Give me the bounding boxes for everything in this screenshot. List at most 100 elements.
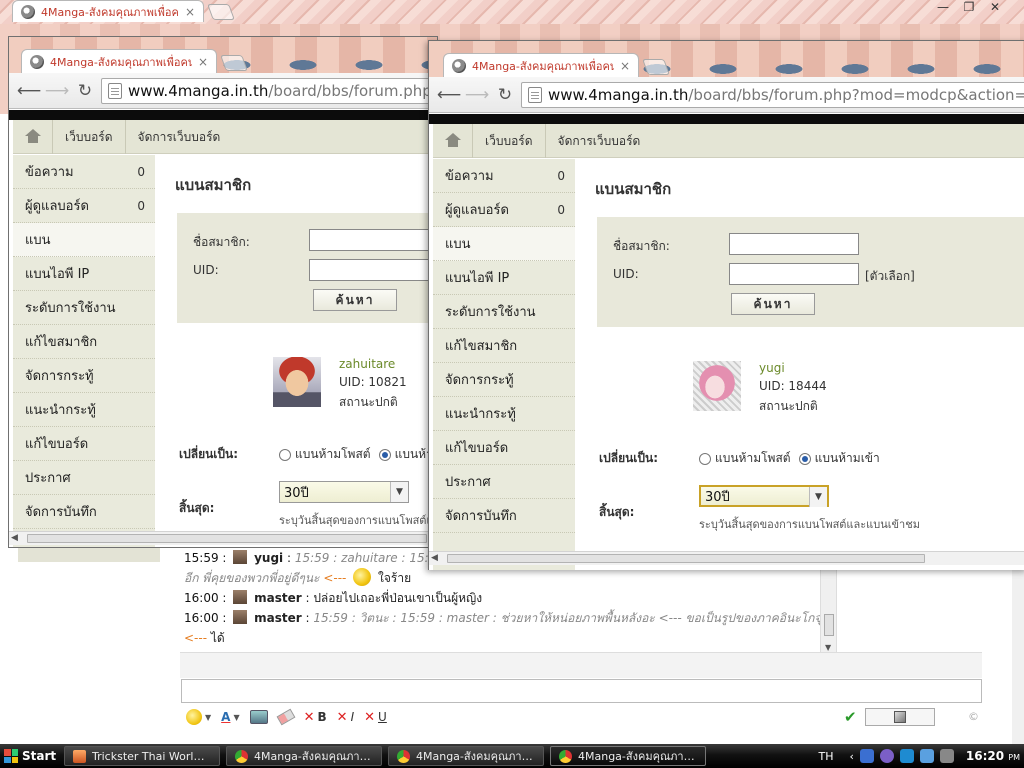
back-icon[interactable]: ⟵ (437, 83, 461, 107)
sidebar-item-ban[interactable]: แบน (13, 223, 155, 257)
sidebar-item-edit-board[interactable]: แก้ไขบอร์ด (433, 431, 575, 465)
tab-close-icon[interactable]: × (198, 55, 208, 69)
sidebar-item-manage-threads[interactable]: จัดการกระทู้ (13, 359, 155, 393)
sidebar-item-recommend-threads[interactable]: แนะนำกระทู้ (13, 393, 155, 427)
background-tab[interactable]: 4Manga-สังคมคุณภาพเพื่อคนรัก × (12, 0, 204, 22)
home-icon[interactable] (13, 119, 53, 154)
chevron-down-icon[interactable]: ▼ (390, 482, 408, 502)
taskbar-item[interactable]: 4Manga-สังคมคุณภาพ... (550, 746, 706, 766)
new-tab-button[interactable] (642, 59, 670, 75)
member-name[interactable]: yugi (759, 361, 785, 375)
home-icon[interactable] (433, 123, 473, 158)
username-input[interactable] (309, 229, 437, 251)
back-icon[interactable]: ⟵ (17, 79, 41, 103)
search-button[interactable]: ค้นหา (313, 289, 397, 311)
page-scrollbar[interactable] (1012, 570, 1024, 746)
sidebar-item-usage-level[interactable]: ระดับการใช้งาน (433, 295, 575, 329)
breadcrumb-item[interactable]: เว็บบอร์ด (473, 123, 546, 158)
forward-icon[interactable]: ⟶ (465, 83, 489, 107)
tray-app-icon[interactable] (879, 749, 894, 763)
send-button[interactable] (864, 708, 935, 726)
horizontal-scrollbar[interactable]: ◀ (429, 551, 1024, 565)
username-input[interactable] (729, 233, 859, 255)
sidebar-item-moderators[interactable]: ผู้ดูแลบอร์ด 0 (13, 189, 155, 223)
close-icon[interactable]: ✕ (982, 0, 1008, 16)
italic-button[interactable]: ✕ I (337, 710, 354, 725)
shoutbox-input[interactable] (181, 679, 982, 703)
scrollbar-thumb[interactable] (27, 534, 427, 543)
horizontal-scrollbar[interactable]: ◀ (9, 531, 437, 545)
radio-ban-access[interactable] (378, 448, 391, 461)
search-button[interactable]: ค้นหา (731, 293, 815, 315)
language-indicator[interactable]: TH (808, 750, 843, 763)
reload-icon[interactable]: ↻ (73, 79, 97, 103)
new-tab-button[interactable] (207, 4, 235, 20)
expiry-select[interactable]: 30ปี ▼ (279, 481, 409, 503)
sidebar-item-edit-member[interactable]: แก้ไขสมาชิก (433, 329, 575, 363)
smiley-button[interactable]: ▼ (186, 709, 211, 725)
radio-ban-post[interactable] (699, 452, 711, 465)
new-tab-button[interactable] (220, 55, 248, 71)
uid-input[interactable] (309, 259, 437, 281)
uid-input[interactable] (729, 263, 859, 285)
taskbar-item[interactable]: 4Manga-สังคมคุณภาพ... (226, 746, 382, 766)
sidebar-item-usage-level[interactable]: ระดับการใช้งาน (13, 291, 155, 325)
sidebar-item-messages[interactable]: ข้อความ 0 (13, 155, 155, 189)
font-color-button[interactable]: A ▼ (221, 710, 239, 724)
sidebar-item-announcements[interactable]: ประกาศ (433, 465, 575, 499)
sidebar-item-logs[interactable]: จัดการบันทึก (433, 499, 575, 533)
bold-button[interactable]: ✕ B (304, 710, 327, 725)
scroll-left-icon[interactable]: ◀ (431, 553, 438, 563)
network-icon[interactable] (899, 749, 914, 763)
sidebar-item-announcements[interactable]: ประกาศ (13, 461, 155, 495)
clock[interactable]: 16:20 PM (960, 749, 1020, 763)
tray-app-icon[interactable] (859, 749, 874, 763)
sidebar-item-messages[interactable]: ข้อความ 0 (433, 159, 575, 193)
sidebar-item-recommend-threads[interactable]: แนะนำกระทู้ (433, 397, 575, 431)
scrollbar-thumb[interactable] (824, 614, 834, 636)
radio-ban-access[interactable] (798, 452, 811, 465)
users-icon[interactable] (919, 749, 934, 763)
maximize-icon[interactable]: ❐ (956, 0, 982, 16)
browser-tab[interactable]: 4Manga-สังคมคุณภาพเพื่อคนรัก × (443, 53, 639, 77)
breadcrumb-item[interactable]: จัดการเว็บบอร์ด (126, 120, 233, 154)
member-name[interactable]: zahuitare (339, 357, 395, 371)
chat-user[interactable]: yugi (254, 551, 283, 565)
forward-icon[interactable]: ⟶ (45, 79, 69, 103)
tray-expand-icon[interactable]: ‹ (849, 750, 853, 763)
taskbar-item[interactable]: 4Manga-สังคมคุณภาพ... (388, 746, 544, 766)
chat-user[interactable]: master (254, 611, 302, 625)
address-bar[interactable]: www.4manga.in.th/board/bbs/forum.php?mod… (521, 81, 1024, 108)
sidebar-item-label: แก้ไขสมาชิก (25, 335, 98, 350)
breadcrumb-item[interactable]: เว็บบอร์ด (53, 119, 126, 154)
image-button[interactable] (249, 710, 268, 724)
scrollbar-thumb[interactable] (447, 554, 925, 563)
sidebar-item-ban-ip[interactable]: แบนไอพี IP (13, 257, 155, 291)
address-bar[interactable]: www.4manga.in.th/board/bbs/forum.php?mod… (101, 77, 437, 104)
chevron-down-icon[interactable]: ▼ (809, 487, 827, 507)
tab-close-icon[interactable]: × (185, 5, 195, 19)
sidebar-item-logs[interactable]: จัดการบันทึก (13, 495, 155, 529)
sidebar-item-edit-board[interactable]: แก้ไขบอร์ด (13, 427, 155, 461)
breadcrumb-item[interactable]: จัดการเว็บบอร์ด (546, 124, 653, 158)
taskbar-item[interactable]: Trickster Thai World. 1.... (64, 746, 220, 766)
scroll-down-icon[interactable]: ▼ (825, 643, 831, 652)
eraser-button[interactable] (276, 708, 296, 726)
volume-icon[interactable] (939, 749, 954, 763)
scroll-left-icon[interactable]: ◀ (11, 533, 18, 543)
reload-icon[interactable]: ↻ (493, 83, 517, 107)
sidebar-item-manage-threads[interactable]: จัดการกระทู้ (433, 363, 575, 397)
tab-close-icon[interactable]: × (620, 59, 630, 73)
sidebar-item-edit-member[interactable]: แก้ไขสมาชิก (13, 325, 155, 359)
sidebar-item-ban-ip[interactable]: แบนไอพี IP (433, 261, 575, 295)
browser-tab[interactable]: 4Manga-สังคมคุณภาพเพื่อคนรัก × (21, 49, 217, 73)
radio-ban-post[interactable] (279, 448, 291, 461)
sidebar-item-ban[interactable]: แบน (433, 227, 575, 261)
minimize-icon[interactable]: — (930, 0, 956, 16)
url-host: www.4manga.in.th (128, 81, 269, 100)
chat-user[interactable]: master (254, 591, 302, 605)
start-button[interactable]: Start (0, 744, 58, 768)
sidebar-item-moderators[interactable]: ผู้ดูแลบอร์ด 0 (433, 193, 575, 227)
underline-button[interactable]: ✕ U (364, 710, 387, 725)
expiry-select[interactable]: 30ปี ▼ (699, 485, 829, 507)
